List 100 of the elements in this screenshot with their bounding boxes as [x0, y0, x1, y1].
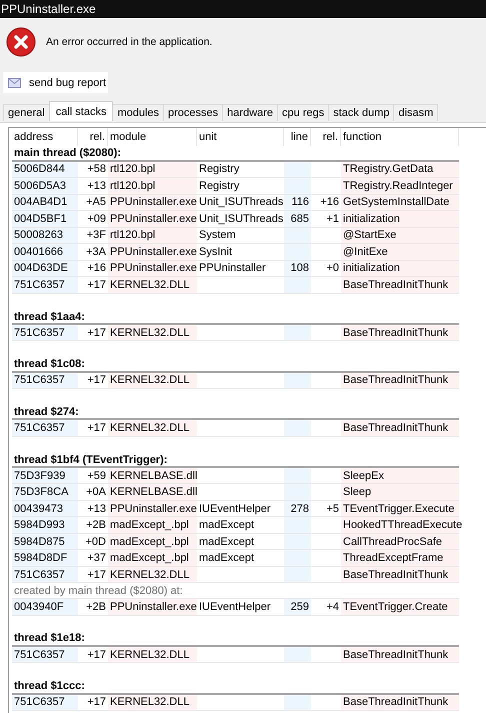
table-cell: initialization	[341, 260, 459, 276]
envelope-icon	[8, 78, 21, 88]
table-cell: 116	[284, 194, 311, 210]
table-cell-text: +13	[86, 502, 107, 516]
table-cell-text: +A5	[85, 195, 107, 210]
empty-shaded-cell	[284, 694, 311, 710]
empty-shaded-cell	[284, 324, 311, 340]
table-cell-text: +16	[86, 261, 107, 276]
table-cell: 751C6357	[12, 420, 78, 436]
table-cell-text: +17	[86, 421, 107, 436]
table-cell-text: +5	[325, 502, 340, 516]
table-cell: 00401666	[12, 244, 78, 260]
table-cell: 5984D8DF	[12, 550, 78, 566]
table-cell: PPUninstaller.exe	[108, 260, 197, 276]
thread-title: thread $1c08:	[13, 357, 86, 372]
column-header[interactable]: module	[108, 128, 197, 146]
window-title: PPUninstaller.exe	[0, 2, 96, 16]
table-cell: CallThreadProcSafe	[341, 534, 459, 550]
table-cell-text: SysInit	[198, 244, 234, 260]
table-cell: BaseThreadInitThunk	[341, 372, 459, 388]
table-cell: 751C6357	[12, 694, 78, 710]
send-bug-report-button[interactable]: send bug report	[3, 72, 108, 93]
table-cell: 5006D844	[12, 162, 78, 178]
thread-title: thread $1e18:	[13, 631, 86, 646]
tab[interactable]: disasm	[393, 104, 438, 121]
tab[interactable]: general	[3, 104, 50, 121]
table-cell: madExcept_.bpl	[108, 534, 197, 550]
column-header[interactable]: address	[12, 128, 78, 146]
table-cell: ThreadExceptFrame	[341, 550, 459, 566]
table-cell-text: Unit_ISUThreads	[198, 195, 284, 210]
table-cell: 751C6357	[12, 277, 78, 293]
empty-shaded-cell	[284, 162, 311, 178]
tab[interactable]: stack dump	[328, 104, 394, 121]
table-cell-text: System	[198, 228, 237, 244]
table-cell-text: +58	[86, 162, 107, 178]
table-cell: 50008263	[12, 228, 78, 244]
empty-shaded-cell	[284, 646, 311, 662]
table-cell: 751C6357	[12, 324, 78, 340]
table-cell-text: +17	[86, 648, 107, 662]
table-cell: BaseThreadInitThunk	[341, 646, 459, 662]
tab[interactable]: cpu regs	[277, 104, 330, 121]
table-cell: SleepEx	[341, 468, 459, 484]
table-cell-text: +17	[86, 373, 107, 388]
table-cell-text: +59	[86, 468, 107, 484]
table-cell: rtl120.bpl	[108, 162, 197, 178]
table-cell-text: +0	[325, 261, 340, 276]
table-cell: 0043940F	[12, 599, 78, 615]
column-header[interactable]: function	[341, 128, 459, 146]
column-header[interactable]: line	[284, 128, 311, 146]
column-header[interactable]: rel.	[311, 128, 341, 146]
table-cell-text: +0A	[85, 485, 107, 500]
table-cell-text: +16	[319, 195, 340, 210]
table-cell: BaseThreadInitThunk	[341, 566, 459, 582]
table-cell-text: +2B	[85, 518, 107, 533]
table-cell: 5006D5A3	[12, 178, 78, 194]
table-cell-text: +17	[86, 695, 107, 710]
column-header[interactable]: unit	[197, 128, 284, 146]
table-cell-text: Registry	[198, 178, 240, 194]
table-cell: TRegistry.GetData	[341, 162, 459, 178]
table-cell: 259	[284, 599, 311, 615]
thread-title: thread $274:	[13, 404, 80, 420]
table-cell-text: +09	[86, 212, 107, 227]
column-header[interactable]: rel.	[78, 128, 108, 146]
table-cell: 751C6357	[12, 372, 78, 388]
table-cell-text: +17	[86, 278, 107, 293]
table-cell: rtl120.bpl	[108, 228, 197, 244]
thread-title: thread $1aa4:	[13, 310, 86, 324]
table-cell-text: Unit_ISUThreads	[198, 212, 284, 227]
table-cell: PPUninstaller.exe	[108, 211, 197, 227]
table-cell: 751C6357	[12, 566, 78, 582]
table-cell: 004D5BF1	[12, 211, 78, 227]
tab[interactable]: call stacks	[48, 101, 114, 121]
thread-title: thread $1bf4 (TEventTrigger):	[13, 452, 168, 467]
table-cell: initialization	[341, 211, 459, 227]
table-cell: 004AB4D1	[12, 194, 78, 210]
table-cell: 685	[284, 211, 311, 227]
empty-shaded-cell	[284, 372, 311, 388]
error-icon	[6, 27, 36, 57]
table-cell-text: Registry	[198, 162, 240, 178]
table-cell: 00439473	[12, 500, 78, 516]
table-cell: KERNEL32.DLL	[108, 566, 197, 582]
table-cell: KERNEL32.DLL	[108, 420, 197, 436]
table-cell: BaseThreadInitThunk	[341, 277, 459, 293]
table-cell: BaseThreadInitThunk	[341, 694, 459, 710]
table-cell: rtl120.bpl	[108, 178, 197, 194]
table-cell: KERNEL32.DLL	[108, 324, 197, 340]
table-cell-text: PPUninstaller	[198, 261, 267, 276]
table-cell-text: +17	[86, 568, 107, 582]
table-cell: @StartExe	[341, 228, 459, 244]
table-cell: TEventTrigger.Execute	[341, 500, 459, 516]
table-cell: 004D63DE	[12, 260, 78, 276]
tab[interactable]: processes	[163, 104, 224, 121]
table-cell-text: +13	[86, 178, 107, 194]
table-cell-text: IUEventHelper	[198, 600, 272, 615]
table-cell: madExcept_.bpl	[108, 550, 197, 566]
table-cell: GetSystemInstallDate	[341, 194, 459, 210]
table-cell-text: +2B	[85, 600, 107, 615]
table-cell-text: +4	[325, 600, 340, 615]
table-cell: 108	[284, 260, 311, 276]
table-cell: @InitExe	[341, 244, 459, 260]
